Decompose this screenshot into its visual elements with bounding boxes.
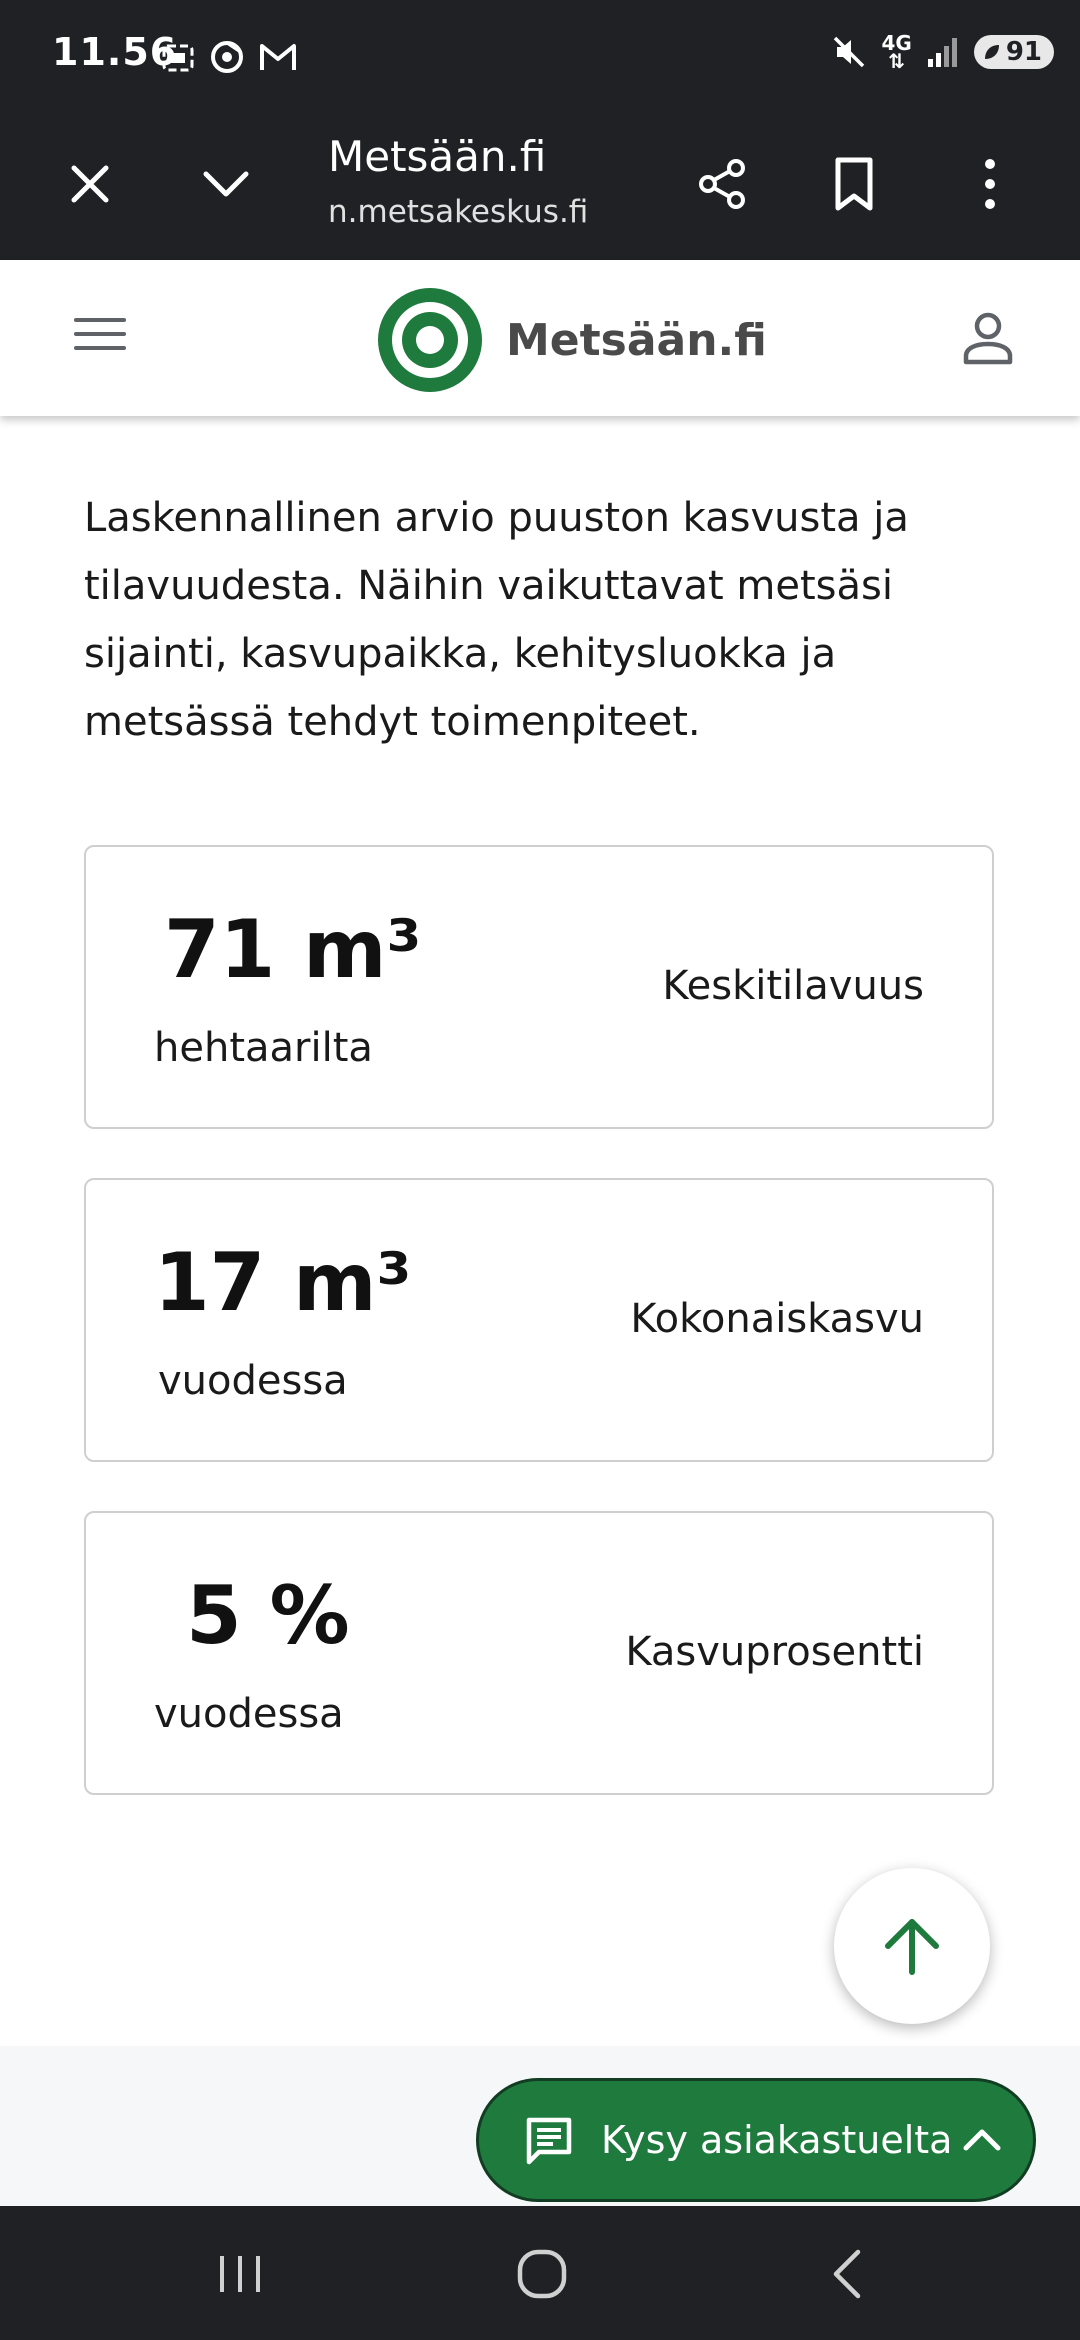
minimize-button[interactable] — [194, 152, 258, 216]
notification-icons — [160, 40, 298, 76]
recent-apps-button[interactable] — [210, 2246, 270, 2302]
status-bar: 11.56 4G ⇅ 91 — [0, 0, 1080, 112]
share-icon — [699, 159, 745, 209]
metric-value: 17 m³ — [154, 1236, 412, 1329]
metric-unit: vuodessa — [158, 1358, 348, 1404]
page-url[interactable]: n.metsakeskus.fi — [328, 194, 598, 230]
signal-icon — [927, 38, 957, 67]
screenshot-icon — [162, 44, 194, 72]
metric-value: 71 m³ — [164, 903, 422, 996]
scroll-to-top-button[interactable] — [834, 1868, 990, 2024]
metric-card: 5 % vuodessa Kasvuprosentti — [84, 1511, 994, 1795]
page-title: Metsään.fi — [328, 132, 547, 181]
share-button[interactable] — [690, 152, 754, 216]
metric-unit: hehtaarilta — [154, 1025, 373, 1071]
chevron-up-icon — [963, 2129, 1001, 2151]
chevron-down-icon — [203, 171, 249, 197]
gmail-icon — [260, 44, 296, 70]
network-indicator: 4G ⇅ — [881, 31, 912, 73]
menu-icon-line — [74, 318, 126, 322]
battery-saver-icon — [984, 45, 999, 59]
customer-support-chat-button[interactable]: Kysy asiakastuelta — [476, 2078, 1036, 2202]
chrome-icon — [211, 41, 243, 73]
metric-card: 71 m³ hehtaarilta Keskitilavuus — [84, 845, 994, 1129]
logo-icon — [378, 288, 482, 392]
menu-button[interactable] — [74, 310, 130, 366]
mute-icon — [834, 36, 865, 68]
more-vert-icon — [985, 159, 995, 209]
more-options-button[interactable] — [958, 152, 1022, 216]
system-navigation-bar — [0, 2206, 1080, 2340]
user-icon — [963, 312, 1013, 365]
status-time: 11.56 — [52, 30, 178, 74]
chat-label: Kysy asiakastuelta — [601, 2118, 953, 2162]
back-icon — [833, 2249, 861, 2299]
browser-toolbar: Metsään.fi n.metsakeskus.fi — [0, 112, 1080, 260]
recent-apps-icon — [220, 2256, 260, 2292]
back-button[interactable] — [816, 2246, 876, 2302]
logo-text: Metsään.fi — [506, 314, 767, 366]
battery-level: 91 — [1005, 37, 1042, 67]
close-icon — [71, 165, 109, 203]
metric-label: Keskitilavuus — [662, 963, 924, 1009]
metric-unit: vuodessa — [154, 1691, 344, 1737]
menu-icon-line — [74, 332, 126, 336]
bookmark-button[interactable] — [822, 152, 886, 216]
metric-label: Kasvuprosentti — [625, 1629, 924, 1675]
arrow-up-icon — [885, 1919, 939, 1975]
menu-icon-line — [74, 346, 126, 350]
site-logo[interactable]: Metsään.fi — [374, 284, 767, 396]
site-header: Metsään.fi — [0, 260, 1080, 416]
bookmark-icon — [835, 157, 873, 211]
user-account-button[interactable] — [956, 306, 1020, 370]
home-icon — [517, 2249, 567, 2299]
chat-icon — [526, 2117, 572, 2165]
metric-card: 17 m³ vuodessa Kokonaiskasvu — [84, 1178, 994, 1462]
home-button[interactable] — [512, 2246, 572, 2302]
metric-value: 5 % — [186, 1569, 350, 1662]
intro-text: Laskennallinen arvio puuston kasvusta ja… — [84, 495, 909, 745]
close-tab-button[interactable] — [58, 152, 122, 216]
battery-indicator: 91 — [973, 35, 1054, 69]
metric-label: Kokonaiskasvu — [630, 1296, 924, 1342]
system-icons: 4G ⇅ 91 — [831, 31, 1054, 73]
